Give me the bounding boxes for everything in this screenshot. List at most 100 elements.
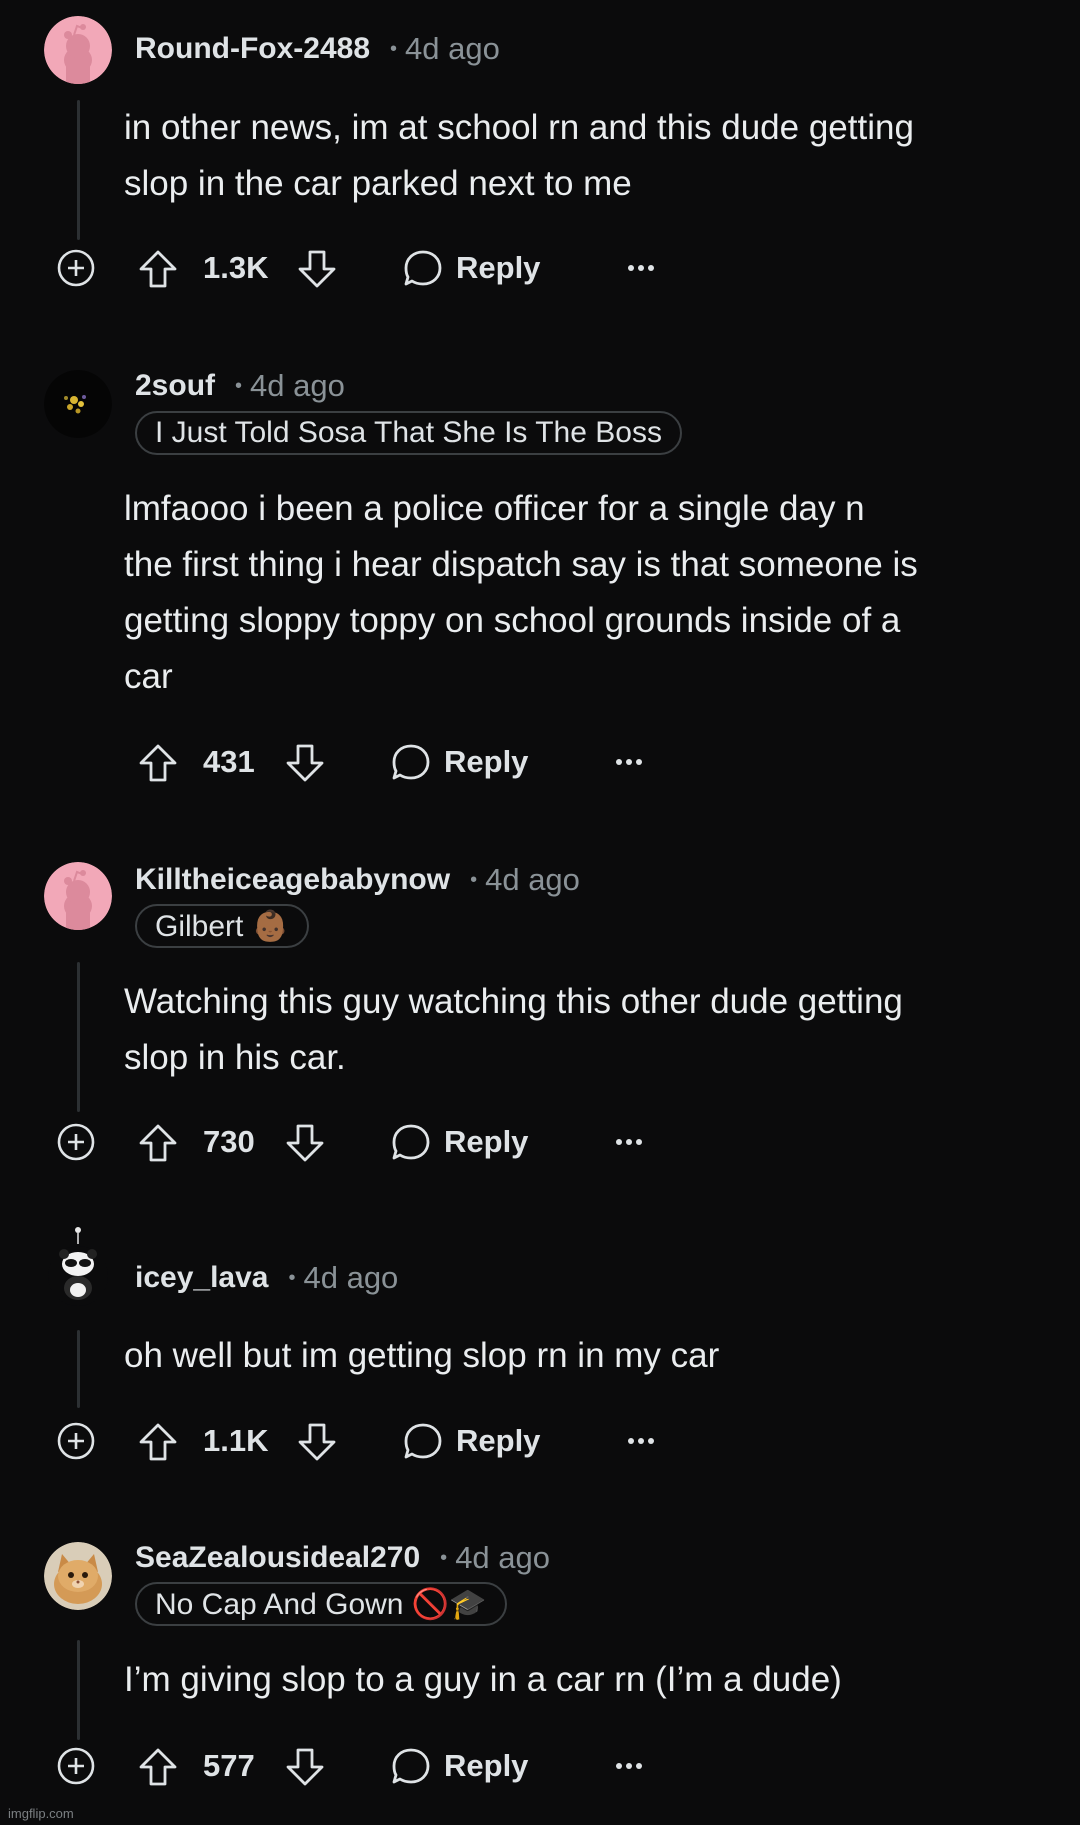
reply-button[interactable]: Reply bbox=[402, 238, 540, 298]
watermark: imgflip.com bbox=[8, 1806, 74, 1821]
arrow-down-icon bbox=[298, 250, 336, 288]
vote-count: 431 bbox=[203, 744, 255, 779]
plus-circle-icon bbox=[57, 249, 95, 287]
comment-body: I’m giving slop to a guy in a car rn (I’… bbox=[124, 1652, 1044, 1708]
downvote-button[interactable] bbox=[296, 1421, 338, 1463]
username[interactable]: Killtheiceagebabynow bbox=[135, 863, 450, 897]
panda-snoo-avatar-icon bbox=[48, 1227, 108, 1306]
downvote-button[interactable] bbox=[284, 742, 326, 784]
action-bar: 1.1K Reply bbox=[0, 1411, 1080, 1471]
upvote-button[interactable] bbox=[137, 1122, 179, 1164]
comment-body: lmfaooo i been a police officer for a si… bbox=[124, 481, 1044, 705]
avatar[interactable] bbox=[44, 16, 112, 84]
speech-bubble-icon bbox=[392, 1748, 430, 1784]
body-line: getting sloppy toppy on school grounds i… bbox=[124, 601, 901, 640]
arrow-up-icon bbox=[139, 744, 177, 782]
reply-button[interactable]: Reply bbox=[402, 1411, 540, 1471]
thread-line[interactable] bbox=[77, 1330, 80, 1408]
avatar[interactable] bbox=[44, 1542, 112, 1610]
separator-dot: • bbox=[470, 868, 478, 891]
timestamp: 4d ago bbox=[303, 1260, 399, 1295]
downvote-button[interactable] bbox=[284, 1746, 326, 1788]
comment-body: Watching this guy watching this other du… bbox=[124, 974, 1044, 1086]
body-line: car bbox=[124, 657, 173, 696]
more-options-button[interactable] bbox=[624, 256, 658, 280]
avatar[interactable] bbox=[44, 370, 112, 438]
avatar[interactable] bbox=[44, 1227, 112, 1310]
downvote-button[interactable] bbox=[296, 248, 338, 290]
reply-label: Reply bbox=[444, 744, 529, 779]
ellipsis-icon bbox=[616, 759, 642, 765]
comment-body: in other news, im at school rn and this … bbox=[124, 100, 1044, 212]
arrow-down-icon bbox=[286, 1748, 324, 1786]
arrow-down-icon bbox=[298, 1423, 336, 1461]
expand-thread-button[interactable] bbox=[56, 248, 96, 288]
flower-avatar-icon bbox=[44, 370, 112, 438]
reply-button[interactable]: Reply bbox=[390, 1736, 528, 1796]
timestamp: 4d ago bbox=[485, 862, 580, 897]
arrow-up-icon bbox=[139, 1748, 177, 1786]
plus-circle-icon bbox=[57, 1123, 95, 1161]
expand-thread-button[interactable] bbox=[56, 1746, 96, 1786]
reply-button[interactable]: Reply bbox=[390, 1112, 528, 1172]
timestamp: 4d ago bbox=[455, 1540, 551, 1575]
vote-count: 1.3K bbox=[203, 250, 269, 285]
arrow-up-icon bbox=[139, 250, 177, 288]
reply-label: Reply bbox=[444, 1124, 529, 1159]
arrow-down-icon bbox=[286, 1124, 324, 1162]
body-line: in other news, im at school rn and this … bbox=[124, 108, 914, 147]
user-flair: I Just Told Sosa That She Is The Boss bbox=[135, 411, 682, 455]
action-bar: 431 Reply bbox=[0, 732, 1080, 792]
arrow-up-icon bbox=[139, 1423, 177, 1461]
expand-thread-button[interactable] bbox=[56, 1122, 96, 1162]
ellipsis-icon bbox=[616, 1763, 642, 1769]
separator-dot: • bbox=[235, 374, 243, 397]
arrow-up-icon bbox=[139, 1124, 177, 1162]
plus-circle-icon bbox=[57, 1422, 95, 1460]
author-row: SeaZealousideal270 • 4d ago bbox=[135, 1536, 550, 1580]
upvote-button[interactable] bbox=[137, 1746, 179, 1788]
more-options-button[interactable] bbox=[612, 1130, 646, 1154]
thread-line[interactable] bbox=[77, 1640, 80, 1740]
snoo-avatar-icon bbox=[44, 862, 112, 930]
separator-dot: • bbox=[440, 1546, 448, 1569]
reply-button[interactable]: Reply bbox=[390, 732, 528, 792]
more-options-button[interactable] bbox=[624, 1429, 658, 1453]
body-line: Watching this guy watching this other du… bbox=[124, 982, 903, 1021]
upvote-button[interactable] bbox=[137, 248, 179, 290]
user-flair: No Cap And Gown 🚫🎓 bbox=[135, 1582, 507, 1626]
username[interactable]: icey_lava bbox=[135, 1261, 268, 1295]
more-options-button[interactable] bbox=[612, 750, 646, 774]
upvote-button[interactable] bbox=[137, 742, 179, 784]
speech-bubble-icon bbox=[392, 744, 430, 780]
upvote-button[interactable] bbox=[137, 1421, 179, 1463]
separator-dot: • bbox=[390, 37, 398, 60]
username[interactable]: 2souf bbox=[135, 369, 215, 403]
more-options-button[interactable] bbox=[612, 1754, 646, 1778]
action-bar: 577 Reply bbox=[0, 1736, 1080, 1796]
separator-dot: • bbox=[288, 1266, 296, 1289]
reply-label: Reply bbox=[444, 1748, 529, 1783]
body-line: lmfaooo i been a police officer for a si… bbox=[124, 489, 865, 528]
username[interactable]: Round-Fox-2488 bbox=[135, 32, 370, 66]
body-line: I’m giving slop to a guy in a car rn (I’… bbox=[124, 1660, 842, 1699]
comment-body: oh well but im getting slop rn in my car bbox=[124, 1328, 1044, 1384]
arrow-down-icon bbox=[286, 744, 324, 782]
speech-bubble-icon bbox=[404, 250, 442, 286]
author-row: Round-Fox-2488 • 4d ago bbox=[135, 28, 500, 70]
plus-circle-icon bbox=[57, 1747, 95, 1785]
snoo-avatar-icon bbox=[44, 16, 112, 84]
action-bar: 730 Reply bbox=[0, 1112, 1080, 1172]
username[interactable]: SeaZealousideal270 bbox=[135, 1541, 420, 1575]
thread-line[interactable] bbox=[77, 100, 80, 240]
vote-count: 730 bbox=[203, 1124, 255, 1159]
speech-bubble-icon bbox=[392, 1124, 430, 1160]
reply-label: Reply bbox=[456, 1423, 541, 1458]
body-line: oh well but im getting slop rn in my car bbox=[124, 1336, 720, 1375]
author-row: icey_lava • 4d ago bbox=[135, 1256, 398, 1300]
expand-thread-button[interactable] bbox=[56, 1421, 96, 1461]
avatar[interactable] bbox=[44, 862, 112, 930]
thread-line[interactable] bbox=[77, 962, 80, 1112]
downvote-button[interactable] bbox=[284, 1122, 326, 1164]
author-row: 2souf • 4d ago bbox=[135, 364, 345, 408]
